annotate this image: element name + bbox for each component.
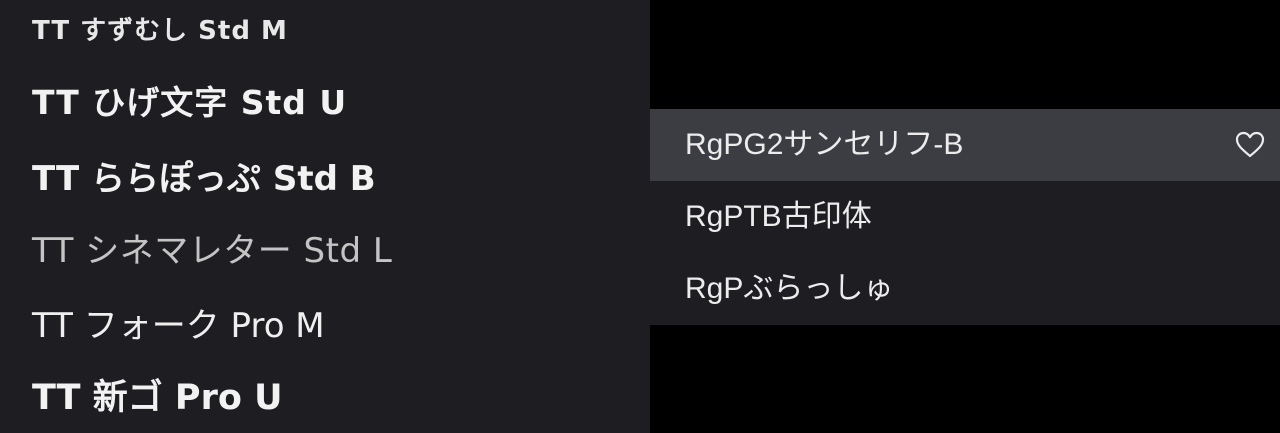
heart-outline-icon-svg (1235, 131, 1265, 158)
submenu-item[interactable]: RgPぶらっしゅ (650, 253, 1280, 325)
font-picker: TT すずむし Std M TT ひげ文字 Std U TT ららぽっぷ Std… (0, 0, 1280, 433)
font-list-item[interactable]: TT フォーク Pro M (32, 309, 325, 343)
submenu-item-label: RgPTB古印体 (685, 200, 872, 233)
submenu-item-highlighted[interactable]: RgPG2サンセリフ-B (650, 109, 1280, 181)
font-list-item[interactable]: TT ららぽっぷ Std B (32, 162, 376, 196)
font-list-item[interactable]: TT すずむし Std M (32, 18, 288, 44)
font-list-item[interactable]: TT 新ゴ Pro U (32, 381, 283, 416)
font-list-item[interactable]: TT シネマレター Std L (32, 234, 392, 268)
font-list-panel[interactable]: TT すずむし Std M TT ひげ文字 Std U TT ららぽっぷ Std… (0, 0, 650, 433)
font-list-item[interactable]: TT ひげ文字 Std U (32, 86, 347, 119)
submenu-item[interactable]: RgPTB古印体 (650, 181, 1280, 253)
submenu-item-label: RgPぶらっしゅ (685, 272, 894, 305)
heart-outline-icon[interactable] (1234, 129, 1266, 161)
font-variant-submenu: RgPG2サンセリフ-B RgPTB古印体 RgPぶらっしゅ (650, 109, 1280, 325)
submenu-item-label: RgPG2サンセリフ-B (685, 128, 964, 161)
